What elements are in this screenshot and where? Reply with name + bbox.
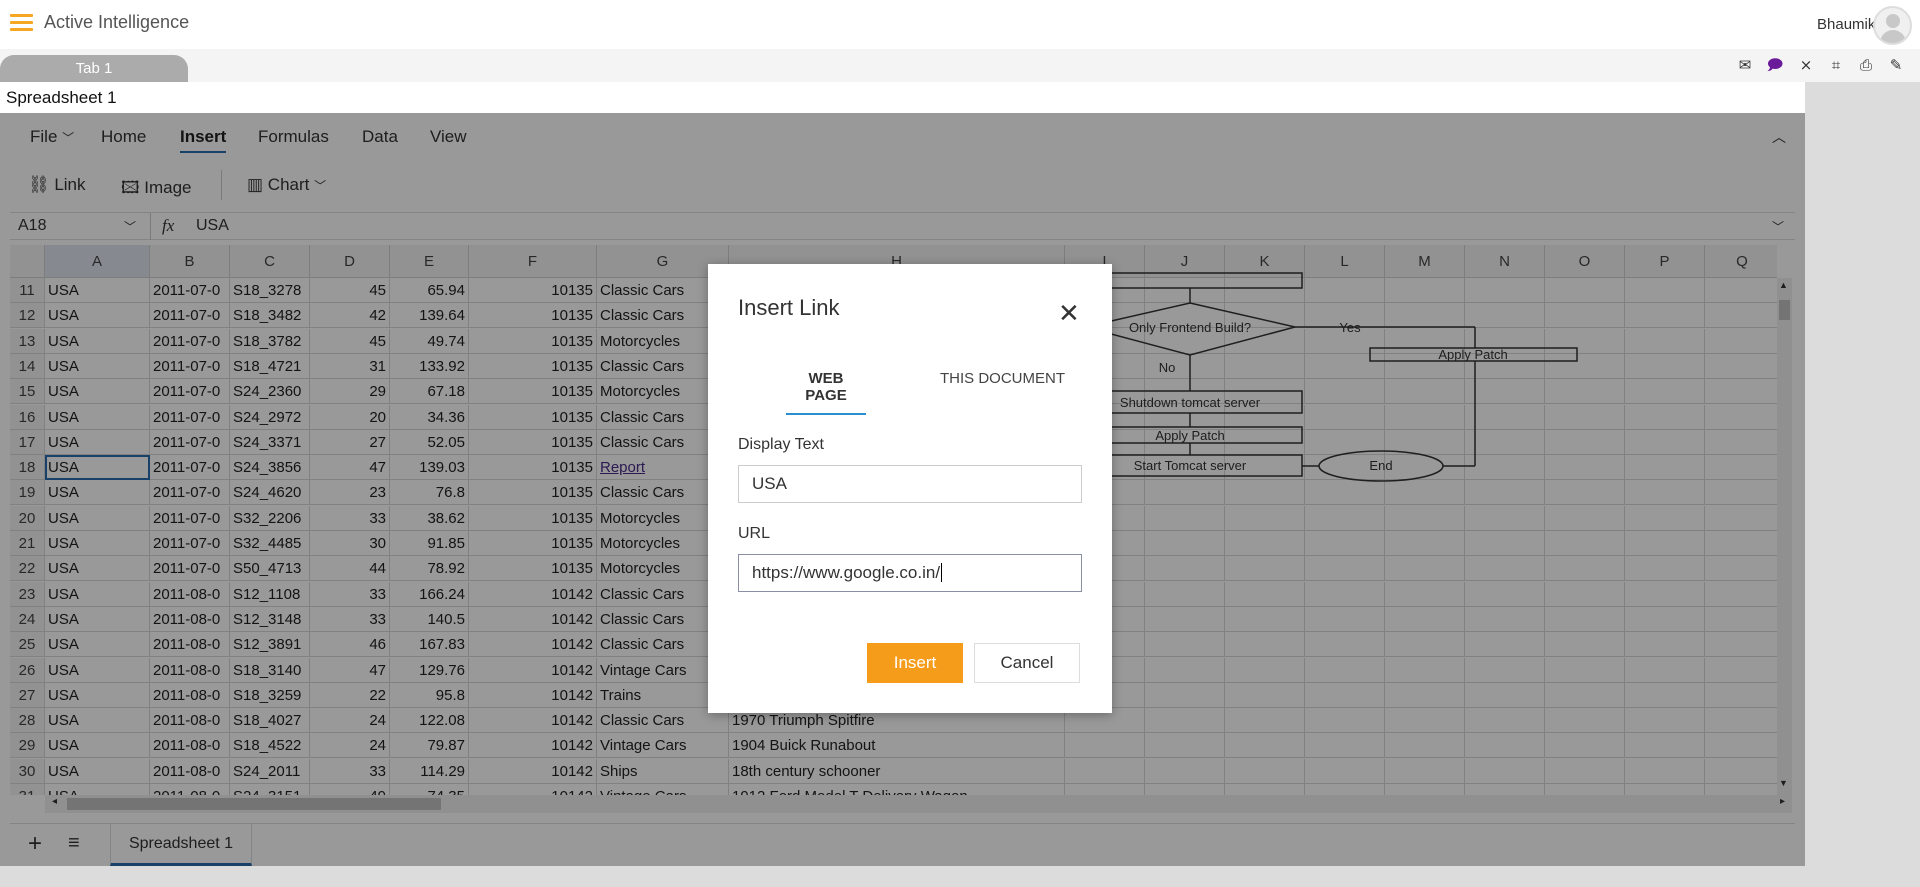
user-name[interactable]: Bhaumik — [1817, 16, 1875, 33]
hamburger-menu-icon[interactable] — [10, 14, 33, 31]
url-value: https://www.google.co.in/ — [752, 563, 941, 582]
insert-button[interactable]: Insert — [867, 643, 963, 683]
url-input[interactable]: https://www.google.co.in/ — [738, 554, 1082, 592]
url-label: URL — [738, 525, 771, 542]
cancel-button[interactable]: Cancel — [974, 643, 1080, 683]
display-text-input[interactable]: USA — [738, 465, 1082, 503]
text-cursor — [941, 563, 943, 582]
tab-bar: Tab 1 ✉ 🗩 ⨯ ⌗ ⎙ ✎ — [0, 49, 1920, 82]
print-icon[interactable]: ⎙ — [1857, 57, 1875, 75]
tab-web-page[interactable]: WEB PAGE — [786, 370, 866, 415]
crop-icon[interactable]: ⌗ — [1827, 57, 1845, 75]
display-text-label: Display Text — [738, 436, 824, 453]
email-icon[interactable]: ✉ — [1736, 57, 1754, 75]
edit-icon[interactable]: ✎ — [1887, 57, 1905, 75]
app-title: Active Intelligence — [44, 12, 190, 32]
filter-off-icon[interactable]: ⨯ — [1797, 57, 1815, 75]
app-header: Active Intelligence Bhaumik — [0, 0, 1920, 49]
close-icon[interactable]: ✕ — [1058, 300, 1080, 326]
comment-icon[interactable]: 🗩 — [1766, 57, 1784, 75]
avatar[interactable] — [1873, 6, 1912, 45]
insert-link-dialog: Insert Link ✕ WEB PAGE THIS DOCUMENT Dis… — [708, 264, 1112, 713]
tab-1[interactable]: Tab 1 — [0, 55, 188, 82]
dialog-title: Insert Link — [738, 295, 840, 320]
spreadsheet-title: Spreadsheet 1 — [0, 82, 1805, 113]
tab-this-document[interactable]: THIS DOCUMENT — [940, 370, 1065, 387]
